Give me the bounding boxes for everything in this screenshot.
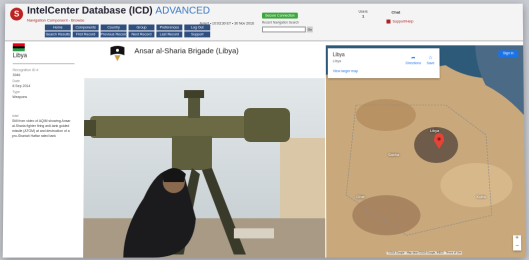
flag-stripe	[12, 48, 25, 52]
app-title-suffix: ADVANCED	[155, 5, 211, 17]
support-link[interactable]: Support/Help	[386, 20, 413, 24]
nav-next-record[interactable]: Next Record	[128, 31, 155, 38]
map-place-label: Kufra	[476, 195, 486, 200]
map-card-subtitle: Libya	[332, 59, 342, 64]
directions-label: Directions	[405, 61, 422, 66]
country-name: Libya	[12, 53, 28, 60]
sign-in-button[interactable]: Sign in	[498, 50, 519, 58]
nav-search-results[interactable]: Search Results	[44, 31, 71, 38]
zoom-in-button[interactable]: +	[513, 235, 521, 243]
meta-key: Recognition ID #	[12, 68, 39, 73]
view-larger-map-link[interactable]: View larger map	[333, 69, 358, 73]
map-attribution: ©2016 Google · Map data ©2016 Google, IN…	[386, 251, 463, 255]
libya-flag	[12, 43, 25, 52]
meta-block: Recognition ID # 3946 Date 8 Sep 2014 Ty…	[12, 68, 74, 100]
zoom-out-button[interactable]: −	[513, 243, 521, 251]
main-nav: Home Components Country Group Preference…	[44, 24, 211, 38]
app-subtitle: Navigation Component - Browse	[26, 17, 85, 23]
support-icon	[386, 19, 391, 24]
directions-button[interactable]: ➦ Directions	[406, 55, 422, 65]
description-block: Intel Still from video of AQIM showing A…	[12, 114, 74, 138]
nav-preferences[interactable]: Preferences	[156, 24, 183, 31]
search-label: Recent Navigation Search	[262, 20, 299, 25]
users-indicator: Users 1	[359, 10, 368, 19]
map-zoom-control: + −	[513, 235, 522, 251]
map-place-label: Sabha	[388, 153, 400, 158]
chat-label[interactable]: Chat	[391, 10, 400, 15]
nav-home[interactable]: Home	[44, 24, 71, 31]
map-info-card: Libya Libya View larger map ➦ Directions…	[327, 48, 440, 79]
nav-components[interactable]: Components	[72, 24, 99, 31]
meta-value: Weapons	[12, 95, 28, 100]
intel-photo[interactable]	[83, 78, 326, 258]
description-text: Still from video of AQIM showing Ansar a…	[11, 119, 71, 138]
divider	[12, 63, 75, 65]
support-link-label: Support/Help	[392, 19, 414, 24]
search-input[interactable]	[262, 26, 306, 33]
search-go-button[interactable]: Go	[306, 26, 313, 33]
nav-first-record[interactable]: First Record	[72, 31, 99, 38]
app-window: S IntelCenter Database (ICD) ADVANCED Na…	[2, 3, 526, 258]
nav-previous-record[interactable]: Previous Record	[100, 31, 127, 38]
entity-title: Ansar al-Sharia Brigade (Libya)	[134, 46, 239, 56]
save-button[interactable]: ☆ Save	[427, 55, 435, 65]
app-title: IntelCenter Database (ICD) ADVANCED	[27, 6, 210, 17]
intelcenter-logo: S	[10, 7, 24, 21]
users-count: 1	[362, 13, 365, 19]
meta-value: 3946	[12, 73, 21, 78]
profile-sidebar: Libya Recognition ID # 3946 Date 8 Sep 2…	[12, 43, 75, 138]
secure-connection-button[interactable]: Secure Connection	[262, 12, 298, 19]
nav-country[interactable]: Country	[100, 24, 127, 31]
map-place-label: Ghat	[356, 195, 365, 200]
nav-group[interactable]: Group	[128, 24, 155, 31]
embedded-map[interactable]: Libya Libya View larger map ➦ Directions…	[325, 45, 526, 258]
nav-support[interactable]: Support	[184, 31, 211, 38]
map-card-title: Libya	[332, 52, 345, 59]
datestamp: Jenert • 10:03:30 ET • 30 Nov 2016	[199, 21, 254, 26]
nav-last-record[interactable]: Last Record	[156, 31, 183, 38]
save-label: Save	[426, 61, 435, 66]
app-title-text: IntelCenter Database (ICD)	[27, 5, 153, 17]
black-banner-icon	[110, 45, 125, 62]
atgm-photo	[83, 78, 326, 258]
app-header: S IntelCenter Database (ICD) ADVANCED Na…	[4, 3, 524, 42]
map-place-label: Libya	[429, 129, 440, 133]
meta-value: 8 Sep 2014	[12, 84, 31, 89]
